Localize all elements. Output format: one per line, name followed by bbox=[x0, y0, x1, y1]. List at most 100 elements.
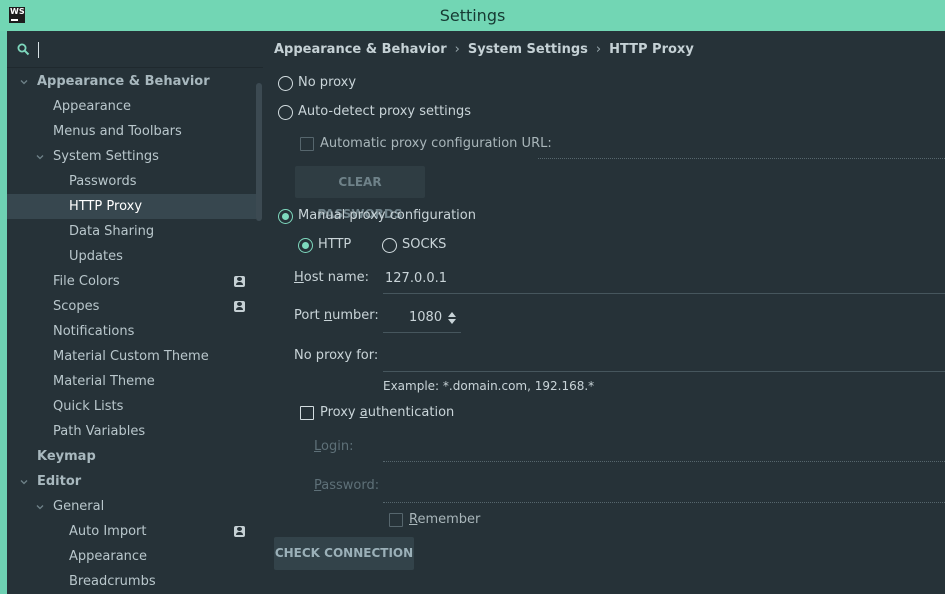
auto-detect-radio[interactable] bbox=[278, 105, 293, 120]
search-icon bbox=[17, 43, 30, 56]
sidebar-item-appearance-behavior[interactable]: Appearance & Behavior bbox=[7, 69, 256, 94]
breadcrumb-separator: › bbox=[595, 42, 602, 57]
sidebar-item-label: Updates bbox=[69, 249, 123, 264]
sidebar-item-label: Material Custom Theme bbox=[53, 349, 209, 364]
automatic-config-url-label: Automatic proxy configuration URL: bbox=[320, 136, 552, 151]
chevron-down-icon[interactable] bbox=[36, 153, 44, 161]
no-proxy-for-label: No proxy for: bbox=[294, 348, 379, 363]
title-bar[interactable]: WS Settings bbox=[0, 0, 945, 31]
automatic-config-url-field[interactable] bbox=[538, 135, 943, 155]
sidebar-item-file-colors[interactable]: File Colors bbox=[7, 269, 256, 294]
automatic-config-url-underline bbox=[538, 158, 945, 159]
proxy-authentication-checkbox[interactable] bbox=[300, 406, 314, 420]
auth-mnemonic: a bbox=[359, 405, 368, 420]
remember-checkbox[interactable] bbox=[389, 513, 403, 527]
sidebar-item-auto-import[interactable]: Auto Import bbox=[7, 519, 256, 544]
sidebar-item-label: Appearance & Behavior bbox=[37, 74, 210, 89]
login-field-underline[interactable] bbox=[383, 461, 945, 462]
settings-search-bar bbox=[7, 31, 263, 68]
manual-proxy-radio[interactable] bbox=[278, 209, 293, 224]
auth-label-text: uthentication bbox=[367, 405, 455, 420]
sidebar-item-notifications[interactable]: Notifications bbox=[7, 319, 256, 344]
sidebar-item-system-settings[interactable]: System Settings bbox=[7, 144, 256, 169]
password-label-text: assword: bbox=[321, 478, 380, 493]
sidebar-item-label: Scopes bbox=[53, 299, 100, 314]
sidebar-item-material-custom-theme[interactable]: Material Custom Theme bbox=[7, 344, 256, 369]
sidebar-item-material-theme[interactable]: Material Theme bbox=[7, 369, 256, 394]
sidebar-item-breadcrumbs[interactable]: Breadcrumbs bbox=[7, 569, 256, 594]
sidebar-item-appearance[interactable]: Appearance bbox=[7, 544, 256, 569]
remember-label: Remember bbox=[409, 512, 480, 527]
chevron-down-icon[interactable] bbox=[36, 503, 44, 511]
port-number-input[interactable] bbox=[409, 307, 445, 327]
sidebar-item-label: Breadcrumbs bbox=[69, 574, 156, 589]
sidebar-item-label: HTTP Proxy bbox=[69, 199, 143, 214]
sidebar-item-label: System Settings bbox=[53, 149, 159, 164]
settings-search-input[interactable] bbox=[35, 39, 255, 61]
port-spinner-icon[interactable] bbox=[447, 311, 457, 325]
automatic-config-url-checkbox[interactable] bbox=[300, 137, 314, 151]
sidebar-item-label: Quick Lists bbox=[53, 399, 124, 414]
sidebar-item-label: Menus and Toolbars bbox=[53, 124, 182, 139]
socks-label[interactable]: SOCKS bbox=[402, 237, 446, 252]
sidebar-item-quick-lists[interactable]: Quick Lists bbox=[7, 394, 256, 419]
sidebar-item-data-sharing[interactable]: Data Sharing bbox=[7, 219, 256, 244]
port-number-mnemonic: n bbox=[323, 308, 333, 323]
sidebar-item-appearance[interactable]: Appearance bbox=[7, 94, 256, 119]
sidebar-item-passwords[interactable]: Passwords bbox=[7, 169, 256, 194]
sidebar-item-keymap[interactable]: Keymap bbox=[7, 444, 256, 469]
sidebar-item-editor[interactable]: Editor bbox=[7, 469, 256, 494]
auth-label-prefix: Proxy bbox=[320, 405, 360, 420]
no-proxy-for-input[interactable] bbox=[385, 346, 935, 366]
project-level-icon bbox=[234, 276, 245, 287]
sidebar-item-label: Passwords bbox=[69, 174, 137, 189]
sidebar-item-label: Auto Import bbox=[69, 524, 147, 539]
breadcrumb-separator: › bbox=[454, 42, 460, 57]
sidebar-item-label: General bbox=[53, 499, 105, 514]
host-name-label: Host name: bbox=[294, 270, 369, 285]
breadcrumb: Appearance & Behavior › System Settings › HT… bbox=[274, 42, 694, 57]
host-name-label-text: ost name: bbox=[303, 270, 369, 285]
no-proxy-radio[interactable] bbox=[278, 76, 293, 91]
http-label[interactable]: HTTP bbox=[318, 237, 351, 252]
password-label: Password: bbox=[314, 478, 379, 493]
project-level-icon bbox=[234, 301, 245, 312]
sidebar-scrollbar[interactable] bbox=[256, 83, 262, 221]
host-name-underline bbox=[383, 293, 945, 294]
login-label: Login: bbox=[314, 439, 353, 454]
http-radio[interactable] bbox=[298, 238, 313, 253]
login-mnemonic: L bbox=[314, 439, 322, 454]
no-proxy-for-underline bbox=[383, 371, 945, 372]
sidebar-item-label: Appearance bbox=[69, 549, 148, 564]
text-caret bbox=[38, 42, 39, 58]
sidebar-item-label: Notifications bbox=[53, 324, 135, 339]
sidebar-item-scopes[interactable]: Scopes bbox=[7, 294, 256, 319]
sidebar-item-label: Path Variables bbox=[53, 424, 146, 439]
port-number-label: Port number: bbox=[294, 308, 379, 323]
password-field-underline[interactable] bbox=[383, 502, 945, 503]
sidebar-item-general[interactable]: General bbox=[7, 494, 256, 519]
proxy-authentication-label[interactable]: Proxy authentication bbox=[320, 405, 454, 420]
auto-detect-label[interactable]: Auto-detect proxy settings bbox=[298, 104, 471, 119]
settings-sidebar: Appearance & Behavior Appearance Menus and… bbox=[7, 31, 263, 594]
sidebar-item-label: Data Sharing bbox=[69, 224, 155, 239]
check-connection-button[interactable]: CHECK CONNECTION bbox=[274, 537, 414, 570]
remember-label-text: emember bbox=[417, 512, 481, 527]
chevron-down-icon[interactable] bbox=[20, 478, 28, 486]
sidebar-item-menus-and-toolbars[interactable]: Menus and Toolbars bbox=[7, 119, 256, 144]
sidebar-item-label: File Colors bbox=[53, 274, 120, 289]
port-label-text: umber: bbox=[332, 308, 379, 323]
clear-passwords-button[interactable]: CLEAR PASSWORDS bbox=[295, 166, 425, 221]
sidebar-item-path-variables[interactable]: Path Variables bbox=[7, 419, 256, 444]
manual-proxy-label[interactable]: Manual proxy configuration bbox=[298, 208, 476, 223]
breadcrumb-item-system-settings: System Settings bbox=[467, 42, 588, 57]
no-proxy-label[interactable]: No proxy bbox=[298, 75, 356, 90]
http-proxy-panel: Appearance & Behavior › System Settings › HT… bbox=[263, 31, 945, 594]
chevron-down-icon[interactable] bbox=[20, 78, 28, 86]
socks-radio[interactable] bbox=[382, 238, 397, 253]
project-level-icon bbox=[234, 526, 245, 537]
sidebar-item-updates[interactable]: Updates bbox=[7, 244, 256, 269]
login-label-text: ogin: bbox=[321, 439, 354, 454]
sidebar-item-http-proxy[interactable]: HTTP Proxy bbox=[7, 194, 256, 219]
host-name-input[interactable] bbox=[385, 268, 935, 288]
